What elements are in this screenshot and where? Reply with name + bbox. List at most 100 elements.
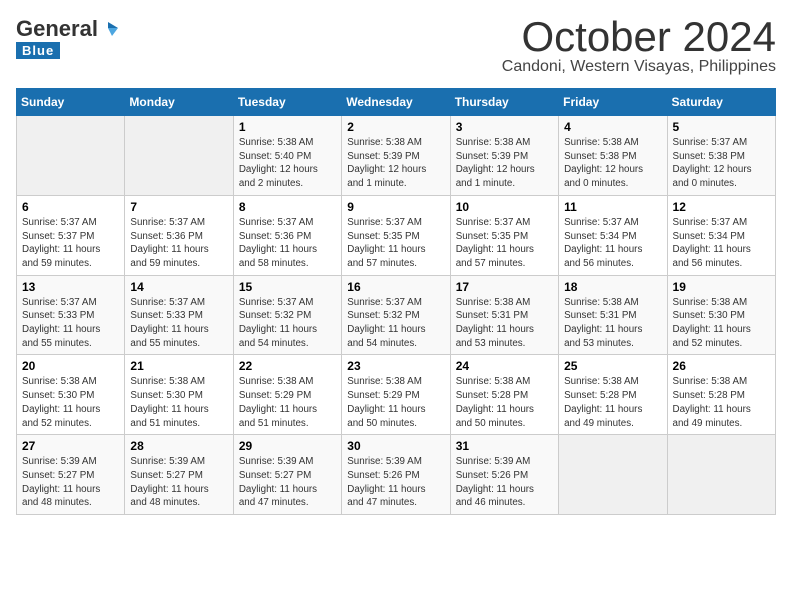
calendar-cell: 7 Sunrise: 5:37 AMSunset: 5:36 PMDaylight…: [125, 195, 233, 275]
day-info: Sunrise: 5:39 AMSunset: 5:26 PMDaylight:…: [456, 455, 553, 510]
calendar-cell: 6Sunrise: 5:37 AMSunset: 5:37 PMDaylight…: [17, 195, 125, 275]
calendar-cell: 19 Sunrise: 5:38 AMSunset: 5:30 PMDayligh…: [667, 275, 775, 355]
day-number: 17: [456, 280, 553, 294]
day-info: Sunrise: 5:38 AMSunset: 5:31 PMDaylight:…: [456, 296, 553, 351]
day-number: 13: [22, 280, 119, 294]
day-number: 26: [673, 359, 770, 373]
day-number: 18: [564, 280, 661, 294]
day-number: 29: [239, 439, 336, 453]
day-info: Sunrise: 5:39 AMSunset: 5:27 PMDaylight:…: [239, 455, 336, 510]
calendar-cell: 11 Sunrise: 5:37 AMSunset: 5:34 PMDayligh…: [559, 195, 667, 275]
day-info: Sunrise: 5:38 AMSunset: 5:39 PMDaylight:…: [347, 136, 444, 191]
day-info: Sunrise: 5:37 AMSunset: 5:35 PMDaylight:…: [347, 216, 444, 271]
day-number: 9: [347, 200, 444, 214]
day-number: 5: [673, 120, 770, 134]
calendar-cell: 10Sunrise: 5:37 AMSunset: 5:35 PMDayligh…: [450, 195, 558, 275]
week-row-1: 1Sunrise: 5:38 AMSunset: 5:40 PMDaylight…: [17, 116, 776, 196]
calendar-cell: [559, 435, 667, 515]
calendar-cell: 22 Sunrise: 5:38 AMSunset: 5:29 PMDayligh…: [233, 355, 341, 435]
day-number: 7: [130, 200, 227, 214]
day-number: 2: [347, 120, 444, 134]
day-number: 12: [673, 200, 770, 214]
calendar-cell: 20Sunrise: 5:38 AMSunset: 5:30 PMDayligh…: [17, 355, 125, 435]
day-info: Sunrise: 5:38 AMSunset: 5:28 PMDaylight:…: [673, 375, 770, 430]
calendar-cell: 27 Sunrise: 5:39 AMSunset: 5:27 PMDayligh…: [17, 435, 125, 515]
day-number: 1: [239, 120, 336, 134]
calendar-cell: 17 Sunrise: 5:38 AMSunset: 5:31 PMDayligh…: [450, 275, 558, 355]
logo: General Blue: [16, 16, 120, 59]
day-info: Sunrise: 5:37 AMSunset: 5:38 PMDaylight:…: [673, 136, 770, 191]
day-number: 19: [673, 280, 770, 294]
day-header-friday: Friday: [559, 89, 667, 116]
day-number: 30: [347, 439, 444, 453]
day-info: Sunrise: 5:37 AMSunset: 5:34 PMDaylight:…: [673, 216, 770, 271]
logo-bird-icon: [98, 18, 120, 40]
day-info: Sunrise: 5:37 AMSunset: 5:36 PMDaylight:…: [130, 216, 227, 271]
day-header-tuesday: Tuesday: [233, 89, 341, 116]
day-number: 31: [456, 439, 553, 453]
calendar-cell: 18 Sunrise: 5:38 AMSunset: 5:31 PMDayligh…: [559, 275, 667, 355]
calendar-cell: 29 Sunrise: 5:39 AMSunset: 5:27 PMDayligh…: [233, 435, 341, 515]
calendar-cell: 2 Sunrise: 5:38 AMSunset: 5:39 PMDaylight…: [342, 116, 450, 196]
day-number: 24: [456, 359, 553, 373]
calendar-cell: 3 Sunrise: 5:38 AMSunset: 5:39 PMDaylight…: [450, 116, 558, 196]
day-info: Sunrise: 5:37 AMSunset: 5:34 PMDaylight:…: [564, 216, 661, 271]
day-number: 22: [239, 359, 336, 373]
calendar-cell: 26 Sunrise: 5:38 AMSunset: 5:28 PMDayligh…: [667, 355, 775, 435]
location-title: Candoni, Western Visayas, Philippines: [502, 58, 776, 76]
calendar-cell: 24 Sunrise: 5:38 AMSunset: 5:28 PMDayligh…: [450, 355, 558, 435]
day-header-sunday: Sunday: [17, 89, 125, 116]
day-number: 11: [564, 200, 661, 214]
day-number: 10: [456, 200, 553, 214]
day-info: Sunrise: 5:38 AMSunset: 5:28 PMDaylight:…: [456, 375, 553, 430]
day-info: Sunrise: 5:38 AMSunset: 5:39 PMDaylight:…: [456, 136, 553, 191]
day-header-monday: Monday: [125, 89, 233, 116]
day-info: Sunrise: 5:38 AMSunset: 5:38 PMDaylight:…: [564, 136, 661, 191]
calendar-cell: 21Sunrise: 5:38 AMSunset: 5:30 PMDayligh…: [125, 355, 233, 435]
day-info: Sunrise: 5:38 AMSunset: 5:30 PMDaylight:…: [673, 296, 770, 351]
day-info: Sunrise: 5:38 AMSunset: 5:30 PMDaylight:…: [22, 375, 119, 430]
day-info: Sunrise: 5:37 AMSunset: 5:32 PMDaylight:…: [347, 296, 444, 351]
calendar-cell: 31 Sunrise: 5:39 AMSunset: 5:26 PMDayligh…: [450, 435, 558, 515]
calendar-cell: 30Sunrise: 5:39 AMSunset: 5:26 PMDayligh…: [342, 435, 450, 515]
day-header-saturday: Saturday: [667, 89, 775, 116]
day-number: 27: [22, 439, 119, 453]
logo-general: General: [16, 16, 98, 42]
day-info: Sunrise: 5:38 AMSunset: 5:29 PMDaylight:…: [239, 375, 336, 430]
day-number: 16: [347, 280, 444, 294]
day-number: 3: [456, 120, 553, 134]
calendar-cell: [17, 116, 125, 196]
day-number: 15: [239, 280, 336, 294]
calendar-cell: 9 Sunrise: 5:37 AMSunset: 5:35 PMDaylight…: [342, 195, 450, 275]
calendar-cell: 12 Sunrise: 5:37 AMSunset: 5:34 PMDayligh…: [667, 195, 775, 275]
calendar-cell: 4 Sunrise: 5:38 AMSunset: 5:38 PMDaylight…: [559, 116, 667, 196]
calendar-cell: 16 Sunrise: 5:37 AMSunset: 5:32 PMDayligh…: [342, 275, 450, 355]
day-number: 4: [564, 120, 661, 134]
day-info: Sunrise: 5:37 AMSunset: 5:32 PMDaylight:…: [239, 296, 336, 351]
calendar-cell: 15 Sunrise: 5:37 AMSunset: 5:32 PMDayligh…: [233, 275, 341, 355]
day-info: Sunrise: 5:38 AMSunset: 5:29 PMDaylight:…: [347, 375, 444, 430]
calendar-table: SundayMondayTuesdayWednesdayThursdayFrid…: [16, 88, 776, 515]
logo-icon: General: [16, 16, 120, 42]
calendar-cell: 23Sunrise: 5:38 AMSunset: 5:29 PMDayligh…: [342, 355, 450, 435]
calendar-body: 1Sunrise: 5:38 AMSunset: 5:40 PMDaylight…: [17, 116, 776, 515]
day-number: 14: [130, 280, 227, 294]
day-number: 6: [22, 200, 119, 214]
title-block: October 2024 Candoni, Western Visayas, P…: [502, 16, 776, 76]
calendar-cell: 14 Sunrise: 5:37 AMSunset: 5:33 PMDayligh…: [125, 275, 233, 355]
calendar-cell: 28 Sunrise: 5:39 AMSunset: 5:27 PMDayligh…: [125, 435, 233, 515]
week-row-5: 27 Sunrise: 5:39 AMSunset: 5:27 PMDayligh…: [17, 435, 776, 515]
day-info: Sunrise: 5:38 AMSunset: 5:31 PMDaylight:…: [564, 296, 661, 351]
day-number: 28: [130, 439, 227, 453]
day-info: Sunrise: 5:37 AMSunset: 5:33 PMDaylight:…: [130, 296, 227, 351]
day-info: Sunrise: 5:37 AMSunset: 5:36 PMDaylight:…: [239, 216, 336, 271]
logo-blue-box: Blue: [16, 42, 60, 59]
calendar-cell: 8Sunrise: 5:37 AMSunset: 5:36 PMDaylight…: [233, 195, 341, 275]
calendar-cell: 25Sunrise: 5:38 AMSunset: 5:28 PMDayligh…: [559, 355, 667, 435]
calendar-cell: [125, 116, 233, 196]
week-row-4: 20Sunrise: 5:38 AMSunset: 5:30 PMDayligh…: [17, 355, 776, 435]
day-info: Sunrise: 5:39 AMSunset: 5:27 PMDaylight:…: [22, 455, 119, 510]
week-row-3: 13 Sunrise: 5:37 AMSunset: 5:33 PMDayligh…: [17, 275, 776, 355]
day-info: Sunrise: 5:37 AMSunset: 5:33 PMDaylight:…: [22, 296, 119, 351]
day-info: Sunrise: 5:39 AMSunset: 5:27 PMDaylight:…: [130, 455, 227, 510]
